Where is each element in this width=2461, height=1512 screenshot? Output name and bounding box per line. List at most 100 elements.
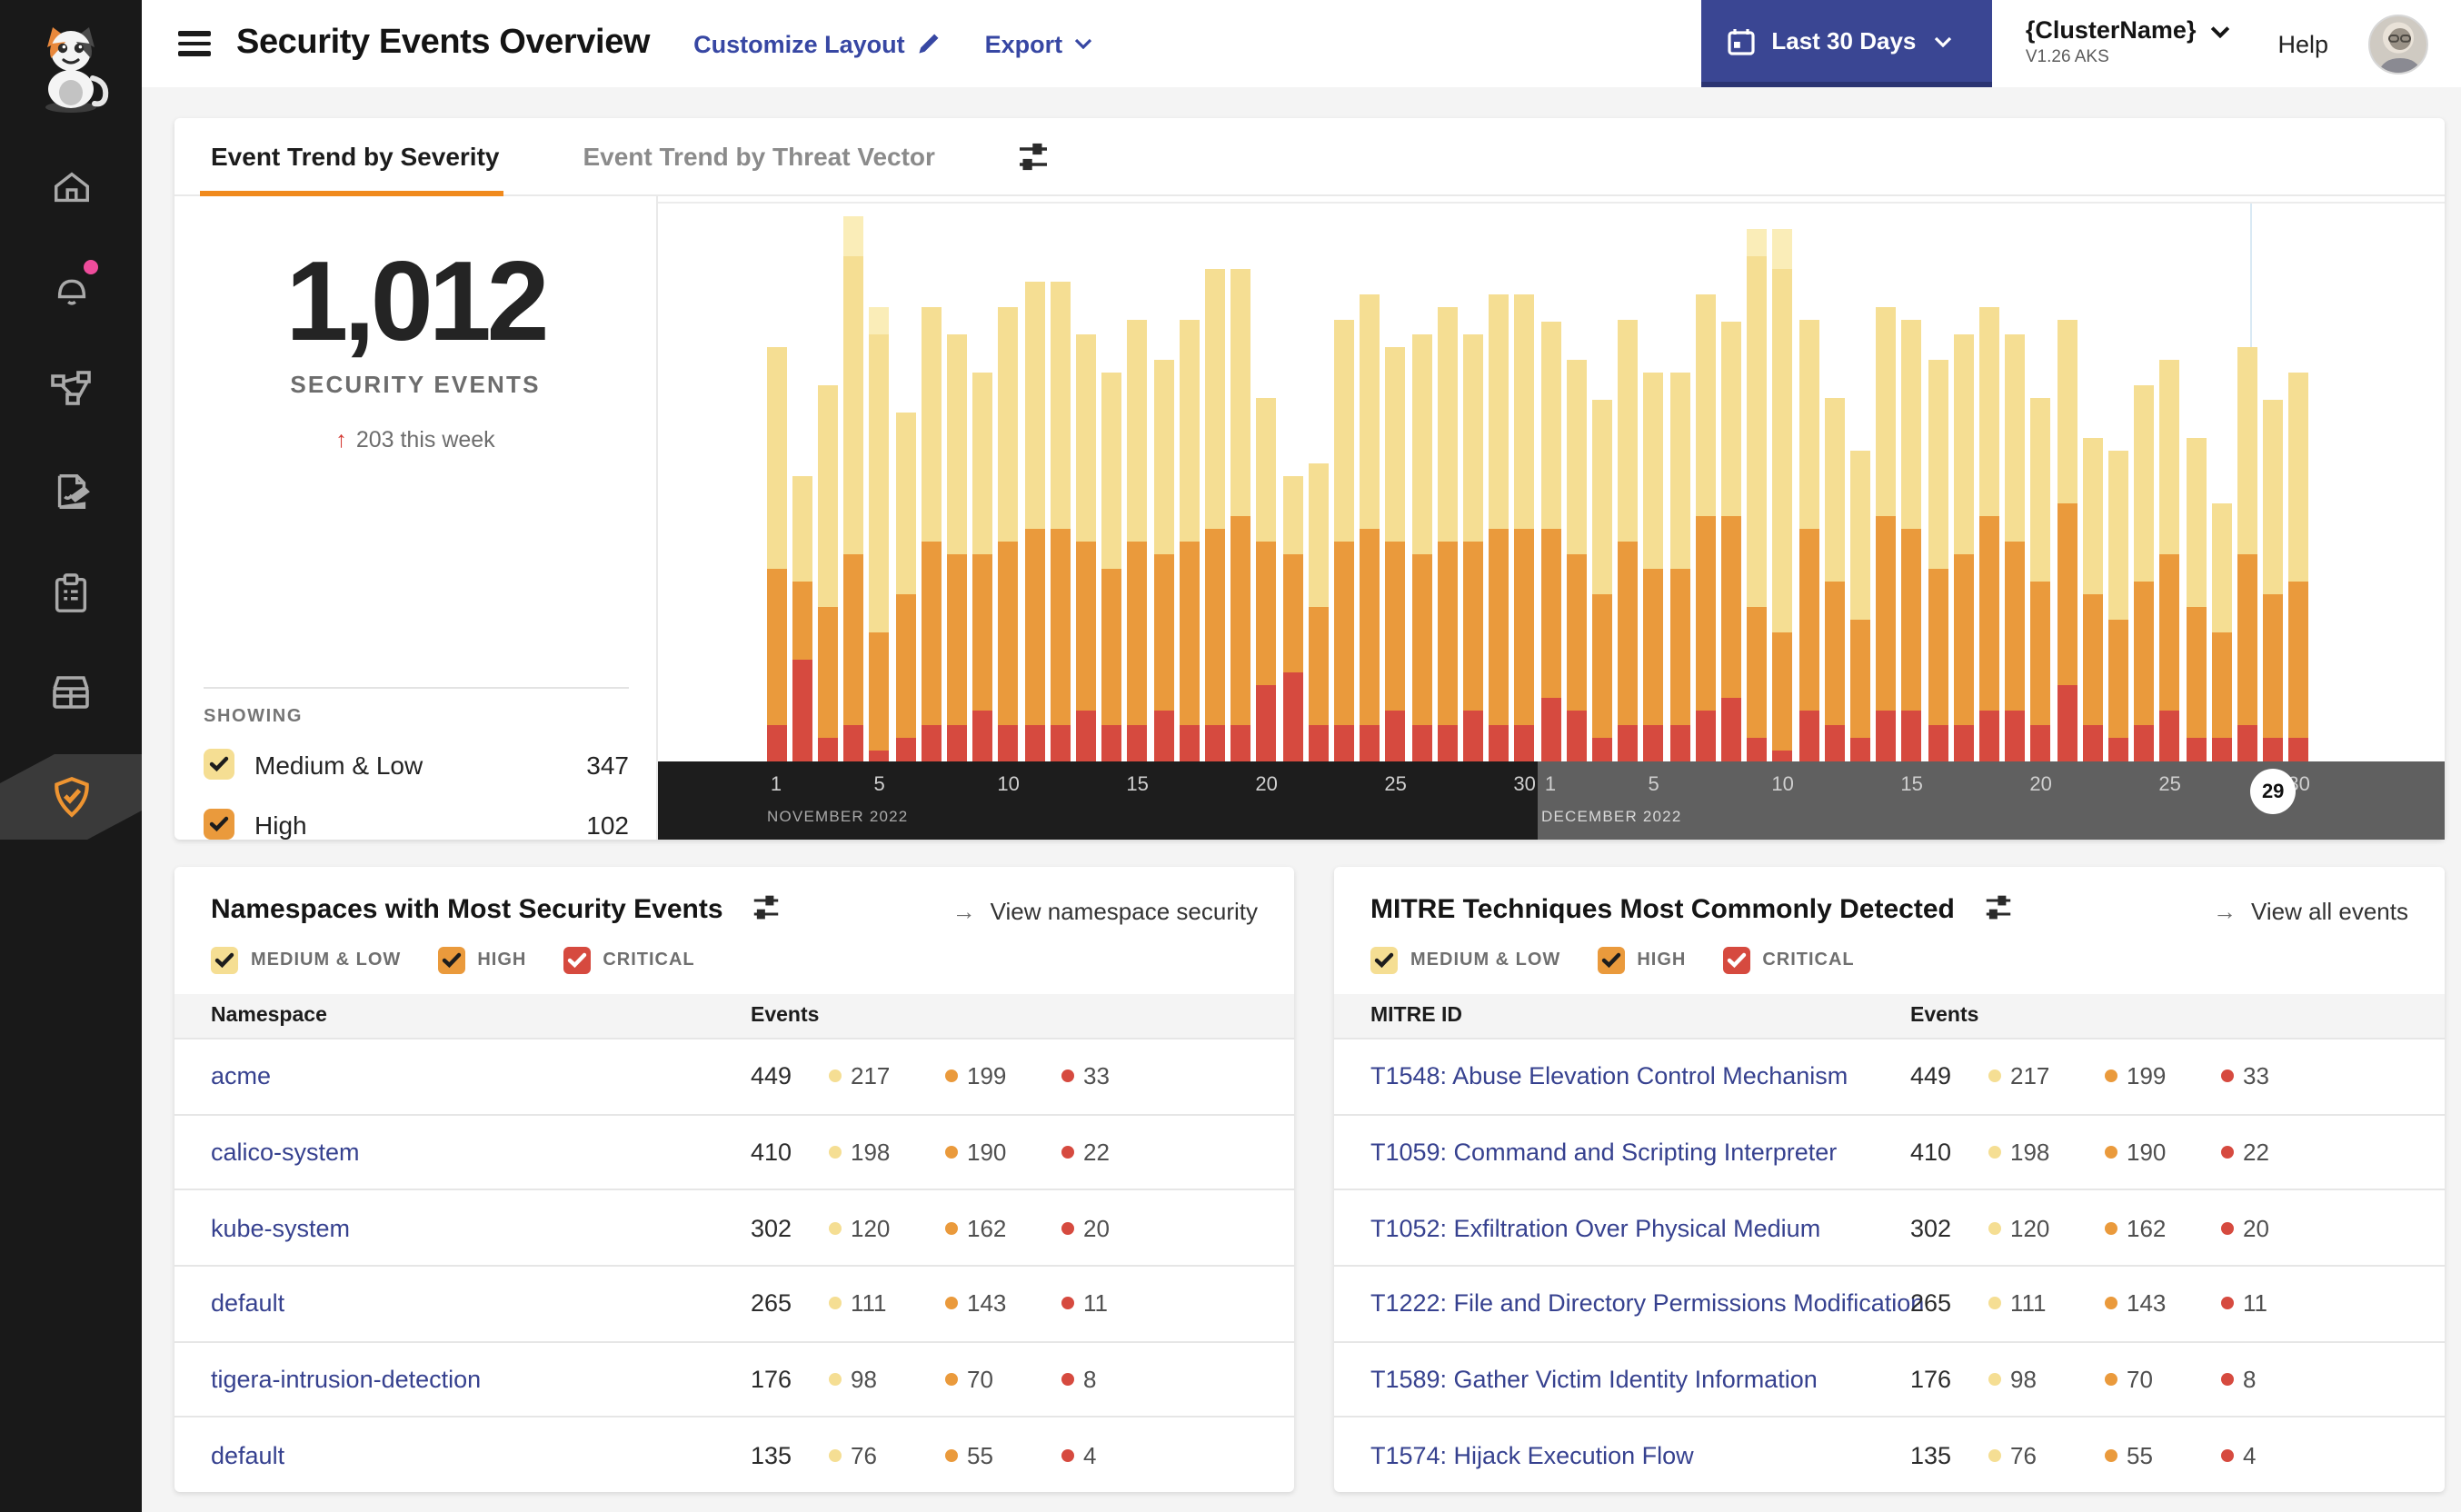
namespace-link[interactable]: tigera-intrusion-detection (211, 1366, 481, 1393)
stacked-bar-nov-6[interactable] (895, 412, 915, 763)
pill-critical[interactable]: CRITICAL (1722, 947, 1854, 974)
stacked-bar-dec-13[interactable] (1849, 451, 1870, 763)
stacked-bar-nov-27[interactable] (1437, 307, 1458, 763)
mitre-technique-link[interactable]: T1574: Hijack Execution Flow (1370, 1441, 1694, 1468)
stacked-bar-dec-2[interactable] (1566, 359, 1587, 763)
stacked-bar-nov-9[interactable] (972, 373, 993, 763)
stacked-bar-nov-8[interactable] (946, 333, 967, 763)
stacked-bar-dec-17[interactable] (1953, 333, 1974, 763)
stacked-bar-dec-3[interactable] (1591, 399, 1612, 763)
calico-cat-logo[interactable] (0, 22, 142, 116)
stacked-bar-dec-1[interactable] (1540, 321, 1560, 763)
tab-event-trend-by-severity[interactable]: Event Trend by Severity (200, 118, 503, 196)
stacked-bar-dec-20[interactable] (2030, 398, 2051, 763)
stacked-bar-dec-7[interactable] (1695, 294, 1716, 763)
stacked-bar-dec-16[interactable] (1928, 359, 1948, 763)
stacked-bar-dec-19[interactable] (2005, 333, 2026, 763)
stacked-bar-nov-25[interactable] (1385, 346, 1406, 763)
sidebar-item-alerts[interactable] (0, 247, 142, 327)
stacked-bar-nov-14[interactable] (1101, 373, 1122, 763)
stacked-bar-dec-23[interactable] (2107, 451, 2128, 763)
checkbox-medium_low[interactable] (1370, 947, 1398, 974)
checkbox-high[interactable] (204, 809, 234, 840)
namespace-link[interactable]: acme (211, 1063, 271, 1090)
sidebar-item-service-graph[interactable] (0, 349, 142, 429)
stacked-bar-nov-3[interactable] (817, 385, 838, 763)
stacked-bar-nov-21[interactable] (1282, 476, 1302, 763)
sidebar-item-manage[interactable] (0, 652, 142, 732)
pill-medium_low[interactable]: MEDIUM & LOW (211, 947, 401, 974)
date-range-button[interactable]: Last 30 Days (1701, 0, 1993, 87)
mitre-technique-link[interactable]: T1548: Abuse Elevation Control Mechanism (1370, 1063, 1848, 1090)
stacked-bar-nov-5[interactable] (869, 307, 890, 763)
view-all-events-link[interactable]: → View all events (2213, 898, 2408, 925)
sidebar-item-compliance[interactable] (0, 552, 142, 632)
stacked-bar-dec-5[interactable] (1643, 373, 1664, 763)
sidebar-item-threat-defense[interactable] (0, 756, 142, 836)
stacked-bar-nov-29[interactable] (1489, 294, 1509, 763)
stacked-bar-nov-30[interactable] (1514, 294, 1535, 763)
namespace-link[interactable]: kube-system (211, 1214, 350, 1241)
stacked-bar-dec-9[interactable] (1747, 229, 1768, 763)
stacked-bar-dec-30[interactable] (2288, 373, 2309, 763)
stacked-bar-dec-6[interactable] (1669, 373, 1689, 763)
export-button[interactable]: Export (985, 30, 1092, 57)
tab-event-trend-by-threat-vector[interactable]: Event Trend by Threat Vector (583, 118, 934, 194)
stacked-bar-dec-12[interactable] (1824, 398, 1845, 763)
stacked-bar-nov-20[interactable] (1256, 398, 1277, 763)
stacked-bar-dec-10[interactable] (1772, 229, 1793, 763)
stacked-bar-nov-23[interactable] (1333, 320, 1354, 763)
severity-filter-medium_low[interactable]: Medium & Low 347 (204, 734, 629, 794)
mitre-technique-link[interactable]: T1222: File and Directory Permissions Mo… (1370, 1290, 1924, 1318)
checkbox-high[interactable] (1597, 947, 1625, 974)
mitre-technique-link[interactable]: T1052: Exfiltration Over Physical Medium (1370, 1214, 1820, 1241)
stacked-bar-nov-17[interactable] (1179, 320, 1200, 763)
help-link[interactable]: Help (2277, 30, 2328, 57)
stacked-bar-dec-22[interactable] (2082, 437, 2103, 763)
stacked-bar-dec-28[interactable] (2237, 346, 2257, 763)
checkbox-critical[interactable] (563, 947, 591, 974)
severity-filter-high[interactable]: High 102 (204, 794, 629, 854)
mitre-technique-link[interactable]: T1059: Command and Scripting Interpreter (1370, 1139, 1837, 1166)
stacked-bar-dec-26[interactable] (2186, 438, 2206, 763)
namespace-link[interactable]: calico-system (211, 1139, 360, 1166)
stacked-bar-nov-7[interactable] (921, 307, 942, 763)
stacked-bar-nov-2[interactable] (792, 476, 812, 763)
stacked-bar-dec-21[interactable] (2057, 320, 2077, 763)
namespaces-filter-sliders-icon[interactable] (752, 894, 780, 921)
stacked-bar-nov-10[interactable] (998, 307, 1019, 763)
cluster-selector[interactable]: {ClusterName} V1.26 AKS (2026, 17, 2231, 69)
checkbox-critical[interactable] (1722, 947, 1750, 974)
stacked-bar-nov-28[interactable] (1462, 333, 1483, 763)
customize-layout-button[interactable]: Customize Layout (693, 30, 942, 57)
stacked-bar-nov-4[interactable] (843, 216, 864, 763)
stacked-bar-nov-18[interactable] (1204, 268, 1225, 763)
pill-high[interactable]: HIGH (437, 947, 526, 974)
mitre-technique-link[interactable]: T1589: Gather Victim Identity Informatio… (1370, 1366, 1818, 1393)
checkbox-medium_low[interactable] (204, 749, 234, 780)
stacked-bar-dec-14[interactable] (1876, 307, 1897, 763)
stacked-bar-nov-19[interactable] (1230, 268, 1251, 763)
trend-filter-sliders-icon[interactable] (1019, 141, 1050, 172)
namespace-link[interactable]: default (211, 1290, 284, 1318)
stacked-bar-nov-13[interactable] (1075, 333, 1096, 763)
stacked-bar-dec-4[interactable] (1618, 320, 1639, 763)
checkbox-high[interactable] (437, 947, 465, 974)
stacked-bar-dec-11[interactable] (1798, 320, 1818, 763)
stacked-bar-nov-16[interactable] (1153, 359, 1173, 763)
pill-critical[interactable]: CRITICAL (563, 947, 694, 974)
stacked-bar-dec-15[interactable] (1901, 320, 1922, 763)
namespace-link[interactable]: default (211, 1441, 284, 1468)
stacked-bar-dec-25[interactable] (2159, 359, 2180, 763)
user-avatar[interactable] (2368, 14, 2428, 74)
stacked-bar-dec-24[interactable] (2134, 385, 2155, 763)
hamburger-menu-button[interactable] (178, 25, 211, 62)
stacked-bar-nov-24[interactable] (1360, 294, 1380, 763)
stacked-bar-nov-1[interactable] (766, 346, 786, 763)
sidebar-item-policies[interactable] (0, 451, 142, 531)
sidebar-item-home[interactable] (0, 147, 142, 227)
stacked-bar-nov-15[interactable] (1127, 320, 1148, 763)
stacked-bar-nov-22[interactable] (1308, 463, 1329, 763)
stacked-bar-dec-29[interactable] (2263, 399, 2284, 763)
pill-high[interactable]: HIGH (1597, 947, 1686, 974)
